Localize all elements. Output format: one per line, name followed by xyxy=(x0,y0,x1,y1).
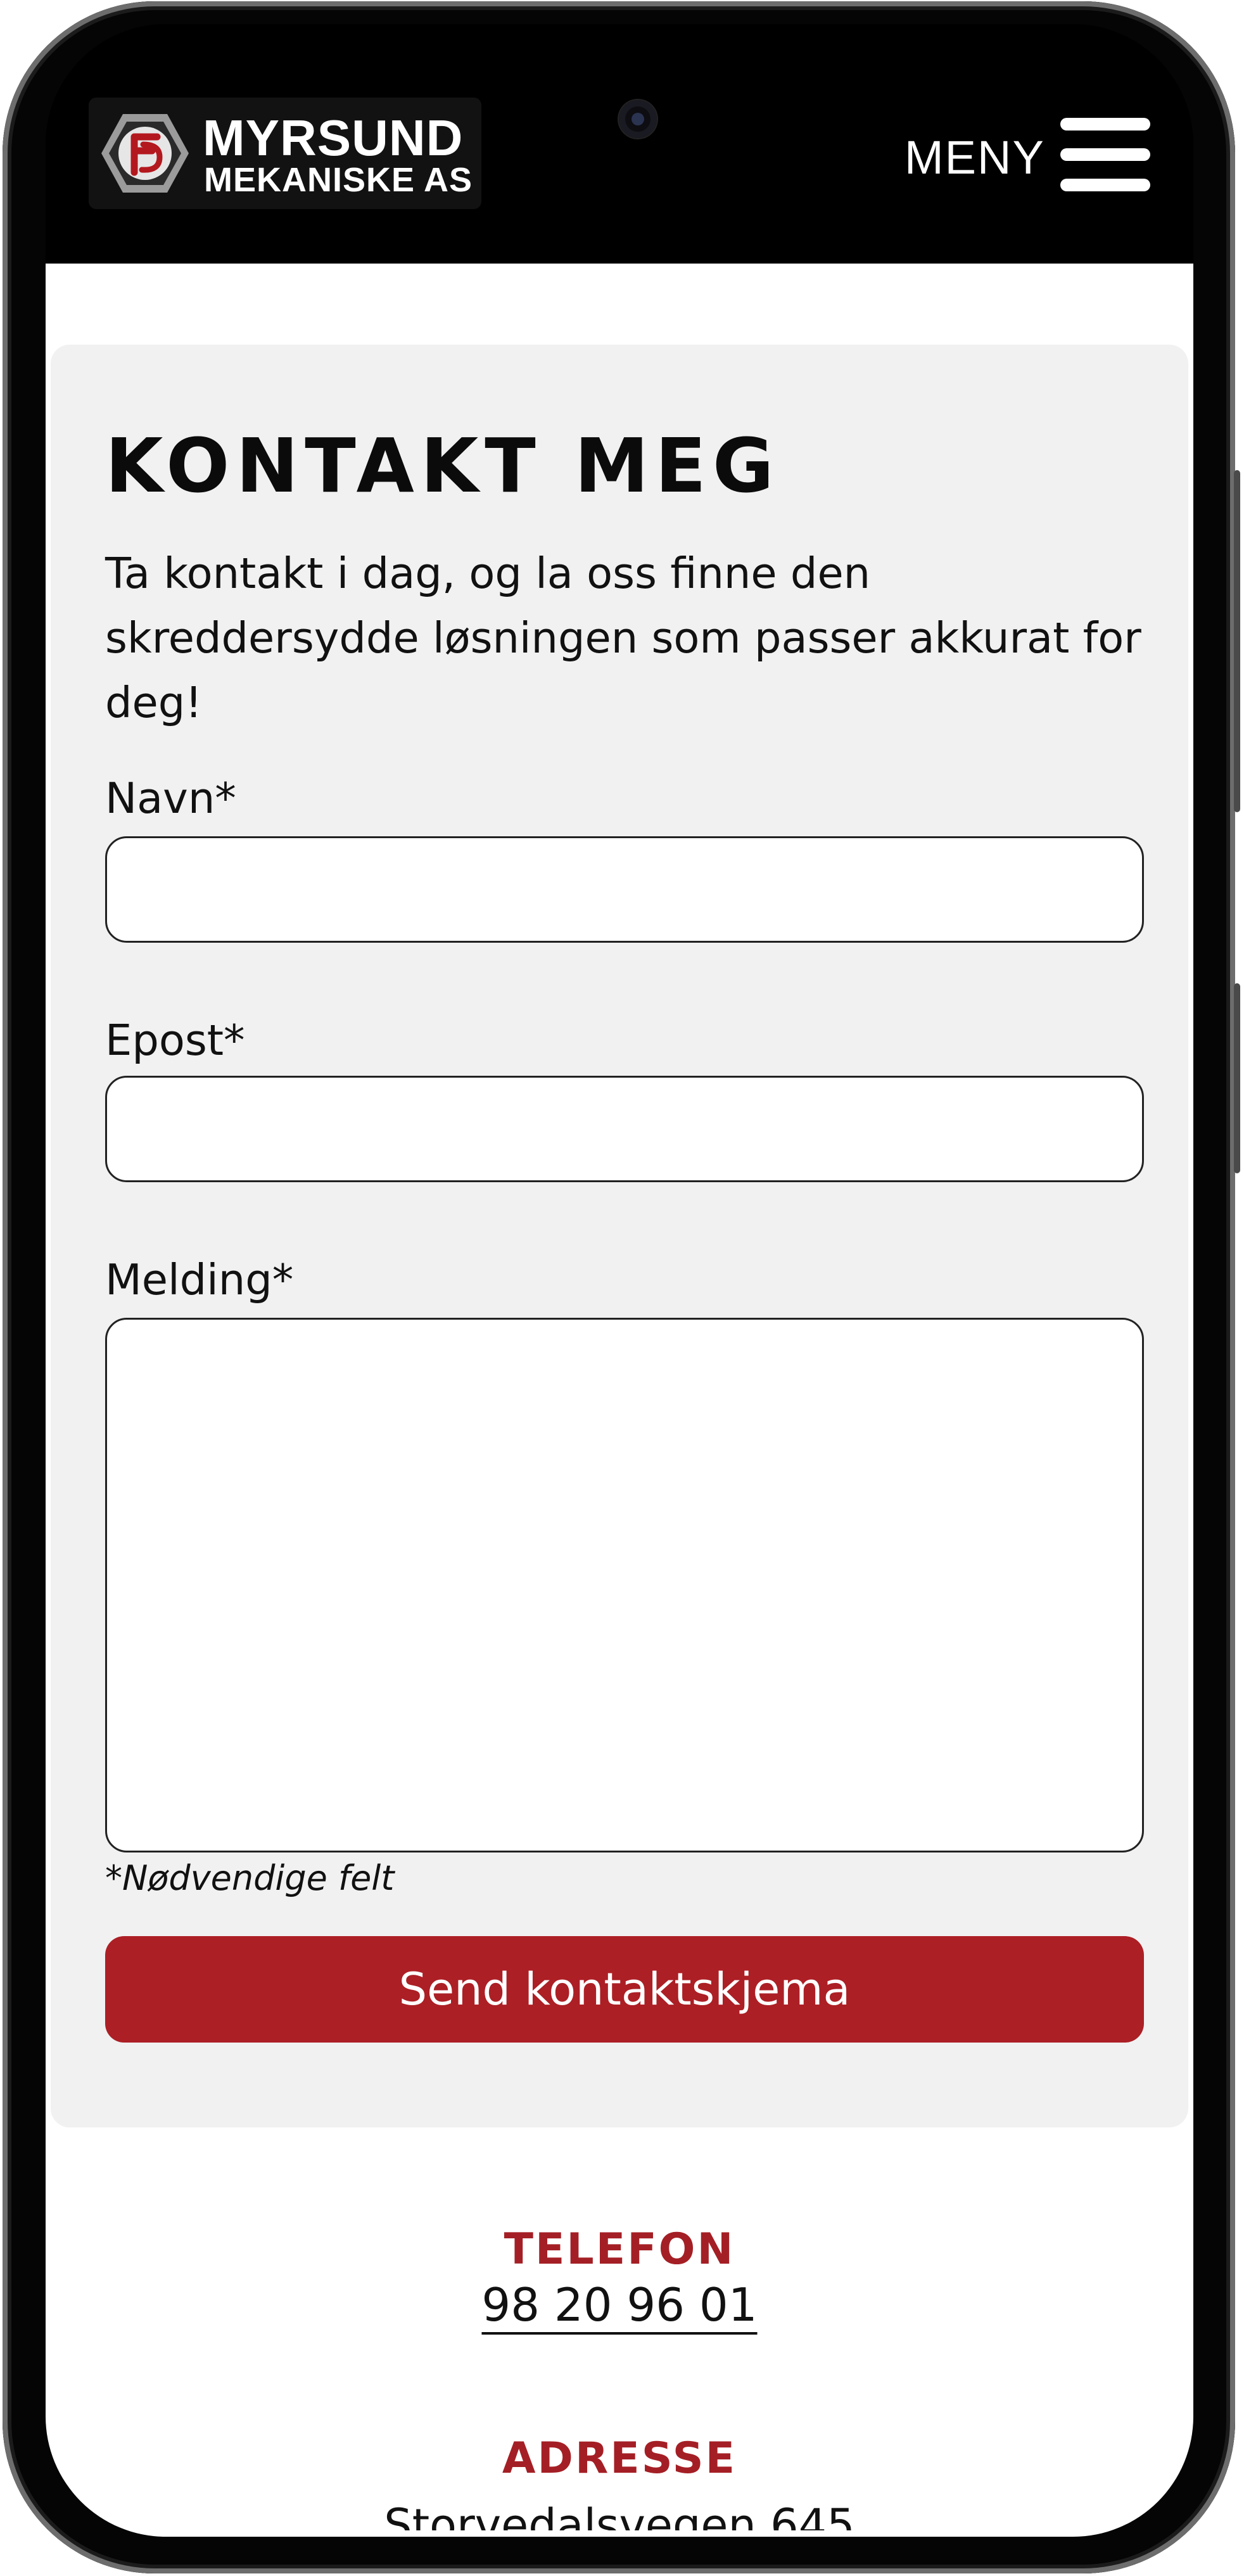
hamburger-menu-icon[interactable] xyxy=(1060,118,1150,193)
screen: MYRSUND MEKANISKE AS MENY KONTAKT MEG Ta… xyxy=(46,24,1193,2537)
menu-label[interactable]: MENY xyxy=(904,129,1045,186)
site-logo[interactable]: MYRSUND MEKANISKE AS xyxy=(89,98,481,209)
name-label: Navn* xyxy=(105,774,236,823)
address-text: Storvedalsvegen 645 xyxy=(384,2499,855,2530)
site-header: MYRSUND MEKANISKE AS MENY xyxy=(46,24,1193,264)
page-content: KONTAKT MEG Ta kontakt i dag, og la oss … xyxy=(46,264,1193,2537)
volume-button xyxy=(1234,470,1240,812)
phone-heading: TELEFON xyxy=(504,2224,735,2274)
submit-button[interactable]: Send kontaktskjema xyxy=(105,1936,1144,2043)
power-button xyxy=(1234,983,1240,1173)
logo-name: MYRSUND xyxy=(203,110,464,166)
message-label: Melding* xyxy=(105,1255,294,1304)
message-textarea[interactable] xyxy=(105,1318,1144,1852)
required-fields-note: *Nødvendige felt xyxy=(105,1858,395,1898)
intro-text: Ta kontakt i dag, og la oss finne den sk… xyxy=(105,549,1141,727)
phone-link[interactable]: 98 20 96 01 xyxy=(481,2278,757,2331)
address-heading: ADRESSE xyxy=(502,2433,737,2484)
phone-frame: MYRSUND MEKANISKE AS MENY KONTAKT MEG Ta… xyxy=(3,1,1240,2573)
phone-number: 98 20 96 01 xyxy=(46,2273,1193,2337)
front-camera xyxy=(619,100,657,138)
contact-form-card: KONTAKT MEG Ta kontakt i dag, og la oss … xyxy=(51,345,1188,2127)
name-field[interactable] xyxy=(105,836,1144,943)
email-label: Epost* xyxy=(105,1016,245,1065)
logo-subname: MEKANISKE AS xyxy=(204,161,473,199)
hexagon-logo-icon xyxy=(101,114,189,193)
email-field[interactable] xyxy=(105,1076,1144,1182)
page-title: KONTAKT MEG xyxy=(105,422,780,509)
